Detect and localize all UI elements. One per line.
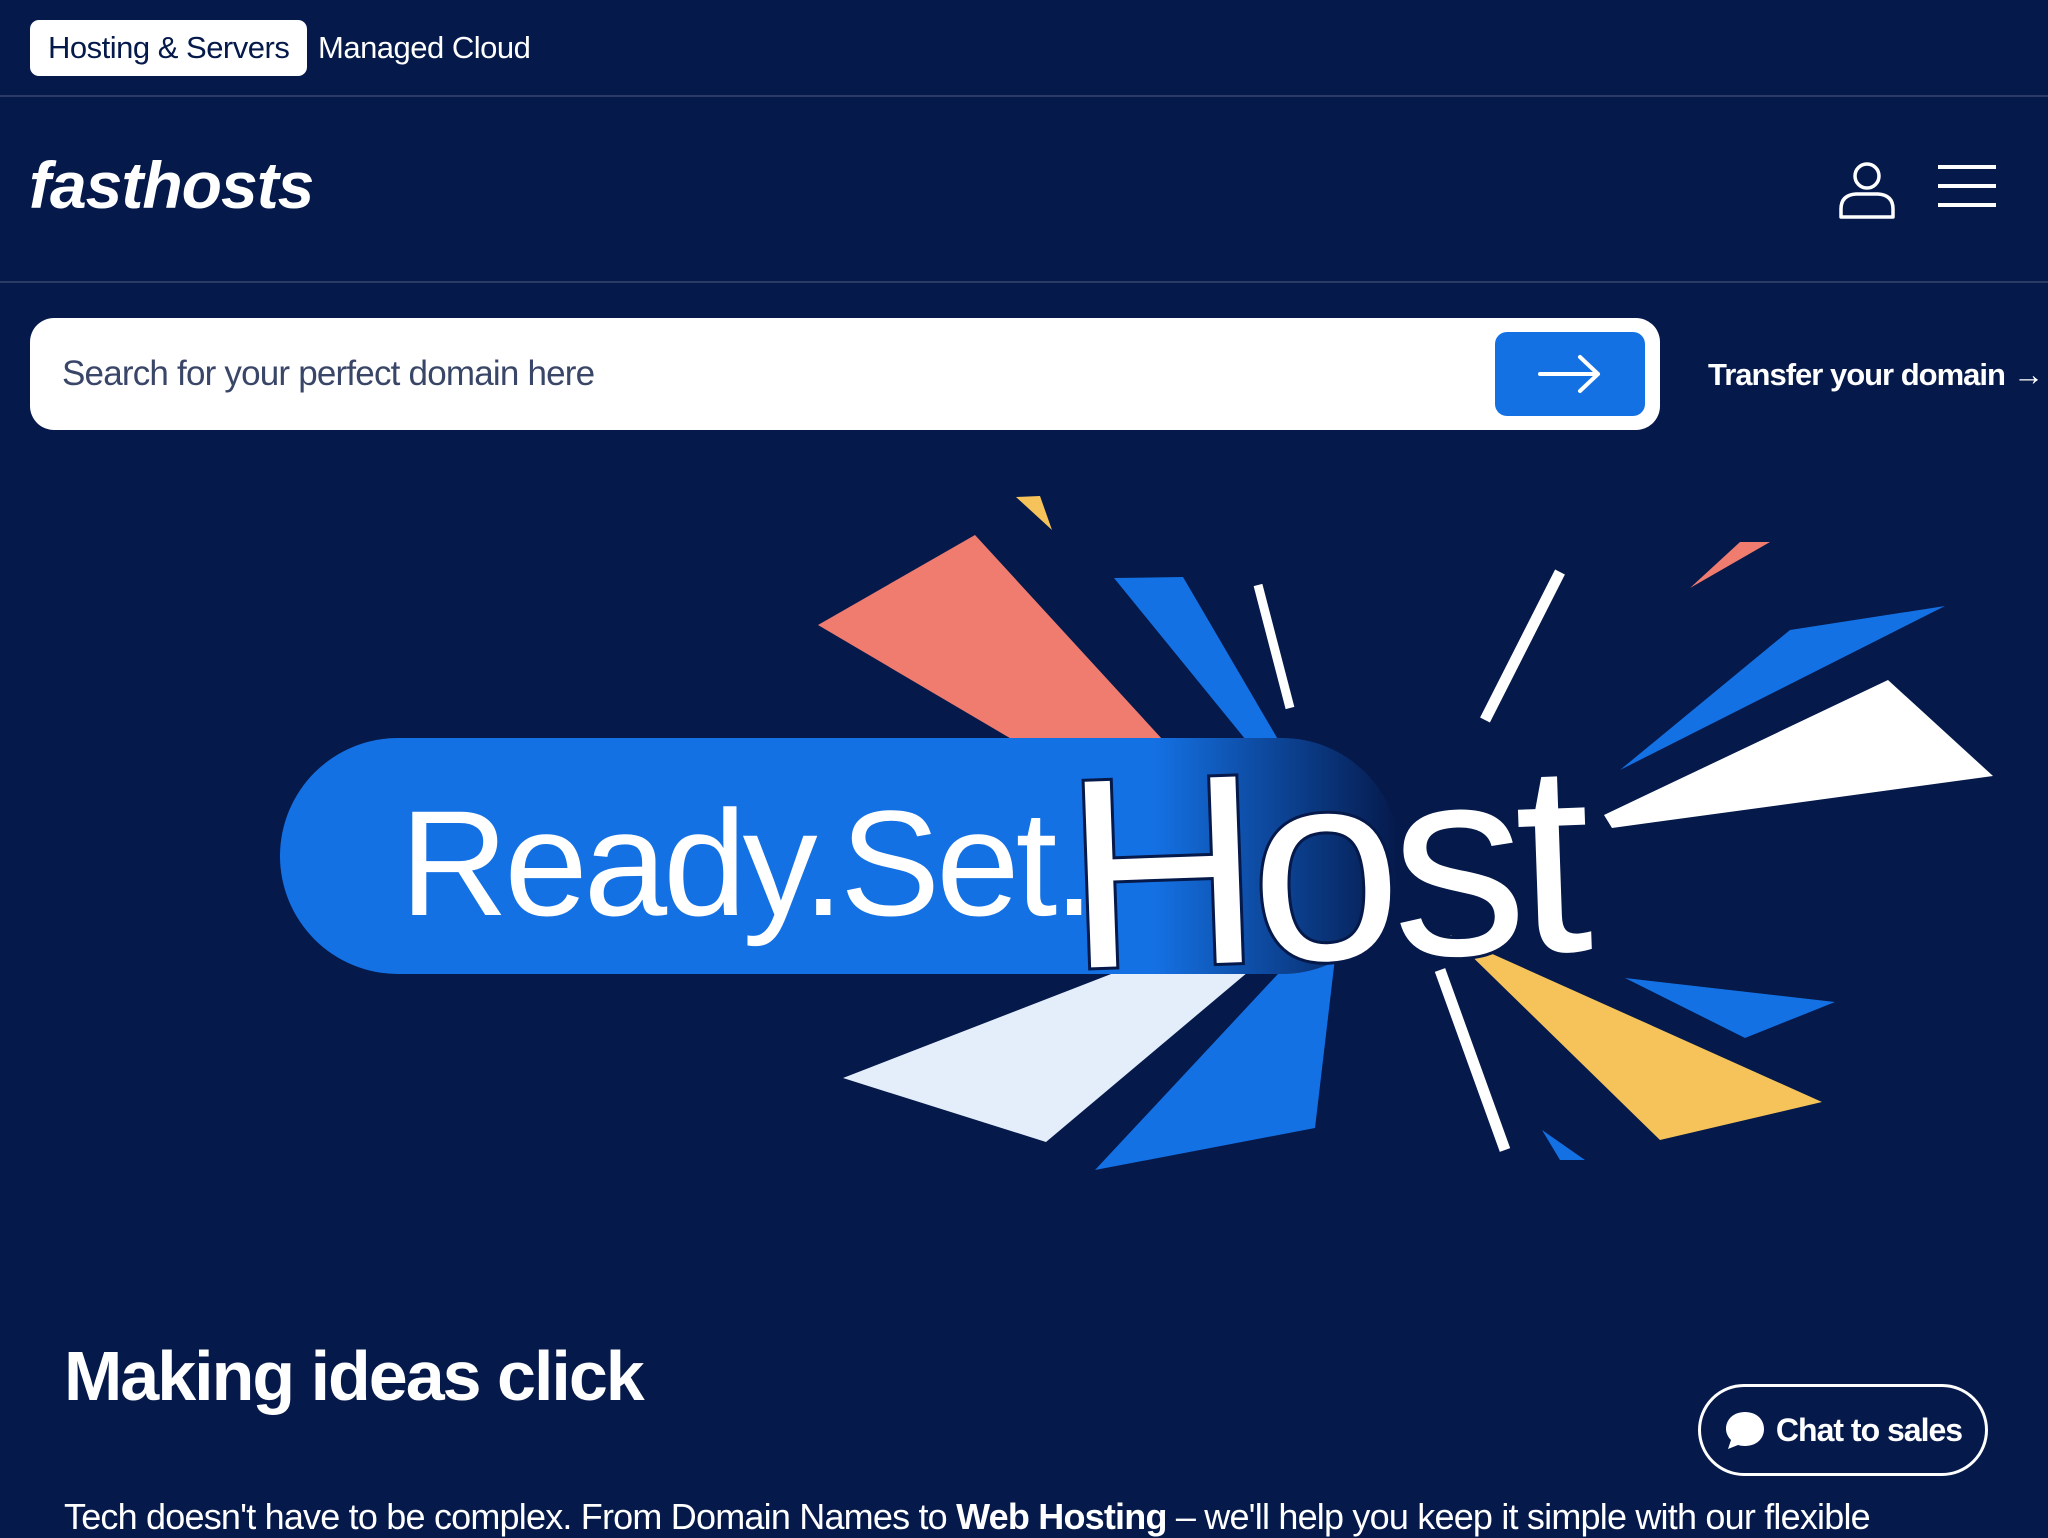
domain-search-input[interactable] [60,338,1490,410]
hero-illustration: Ready.Set. Host [280,496,1993,1170]
site-header: fasthosts [0,97,2048,283]
transfer-domain-label: Transfer your domain [1708,357,2006,392]
body-text-end: – we'll help you keep it simple with our… [1166,1496,1871,1537]
domain-search-bar [30,318,1660,430]
hero-banner: Ready.Set. Host [0,470,2048,1200]
transfer-arrow-icon: → [2012,357,2044,392]
arrow-right-icon [1538,355,1600,393]
chat-bubble-icon [1725,1412,1764,1449]
streak-1 [1253,583,1295,710]
streak-2 [1480,569,1565,723]
chat-to-sales-button[interactable]: Chat to sales [1698,1384,1988,1476]
hero-text-ready-set: Ready.Set. [400,779,1091,947]
section-headline: Making ideas click [64,1337,645,1415]
shard-blue-tiny [1542,1130,1585,1160]
user-icon[interactable] [1836,159,1898,221]
transfer-domain-link[interactable]: Transfer your domain → [1708,350,2044,400]
top-tab-bar: Hosting & Servers Managed Cloud [0,0,2048,97]
search-submit-button[interactable] [1495,332,1645,416]
body-text-start: Tech doesn't have to be complex. From Do… [64,1496,957,1537]
section-body-text: Tech doesn't have to be complex. From Do… [64,1496,1944,1538]
hamburger-menu-icon[interactable] [1938,163,1996,209]
hero-text-host: Host [1061,707,1597,1026]
chat-to-sales-label: Chat to sales [1775,1411,1963,1448]
shard-coral-small [1690,542,1770,588]
web-hosting-link[interactable]: Web Hosting [956,1496,1167,1537]
tab-managed-cloud[interactable]: Managed Cloud [300,20,548,76]
tab-hosting-servers[interactable]: Hosting & Servers [30,20,308,76]
shard-yellow-small [1016,496,1052,530]
fasthosts-logo[interactable]: fasthosts [29,147,314,223]
shard-white-right [1604,680,1993,828]
